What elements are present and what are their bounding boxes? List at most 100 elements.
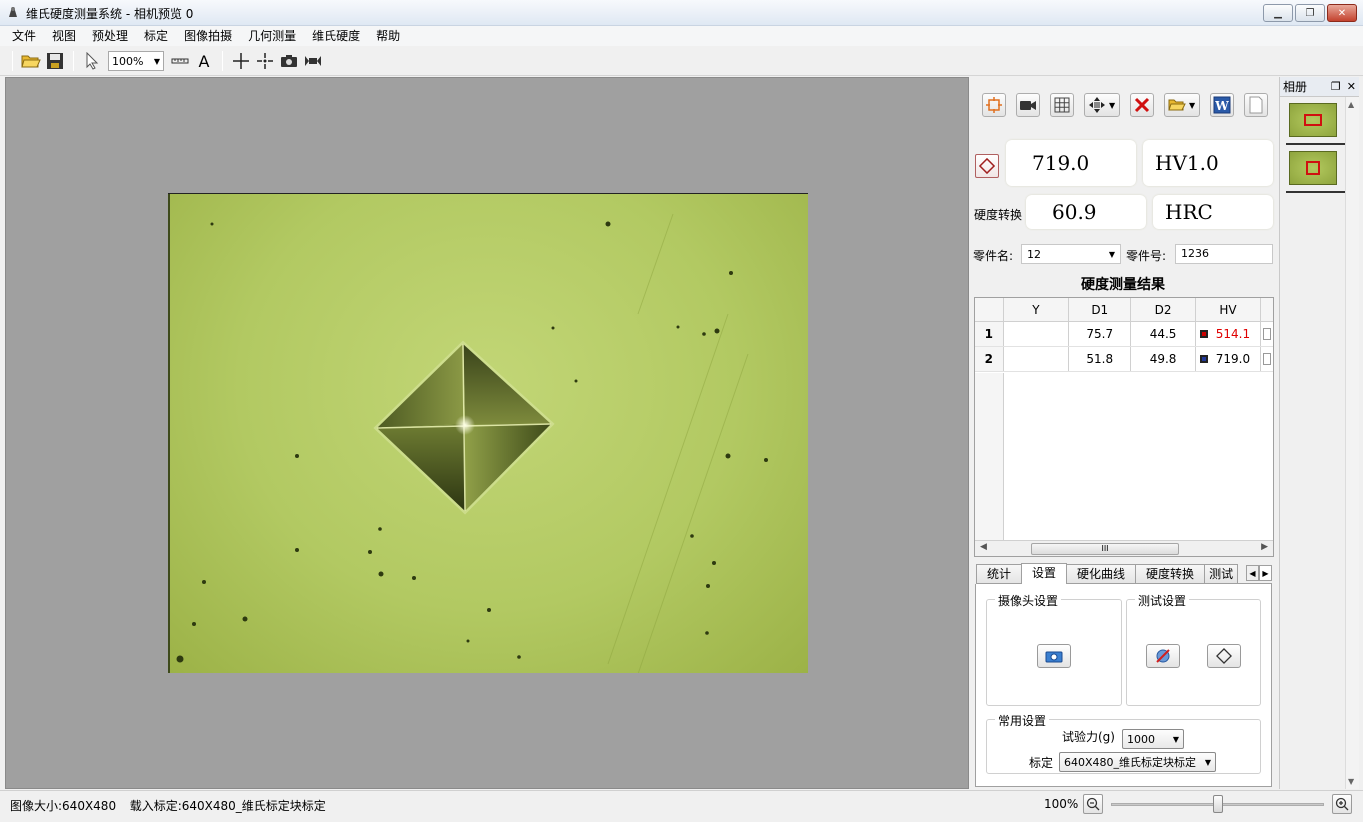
menu-file[interactable]: 文件 <box>4 26 44 46</box>
test-config-button[interactable] <box>1146 644 1180 668</box>
part-number-value: 1236 <box>1181 247 1209 260</box>
tab-hardening-curve[interactable]: 硬化曲线 <box>1066 564 1137 583</box>
snapshot-button[interactable] <box>278 50 300 72</box>
test-force-select[interactable]: 1000 ▼ <box>1122 729 1184 749</box>
zoom-out-button[interactable] <box>1083 794 1103 814</box>
menu-view[interactable]: 视图 <box>44 26 84 46</box>
folder-open-icon <box>1168 99 1186 111</box>
table-horizontal-scrollbar[interactable]: ◀ III ▶ <box>975 540 1273 556</box>
tab-hardness-conversion[interactable]: 硬度转换 <box>1135 564 1206 583</box>
cell-checkbox[interactable] <box>1261 347 1273 371</box>
open-dropdown-button[interactable]: ▼ <box>1164 93 1200 117</box>
indenter-settings-button[interactable] <box>1207 644 1241 668</box>
crosshair-tool-button[interactable] <box>230 50 252 72</box>
converted-value-display: 60.9 <box>1026 195 1146 229</box>
menu-vickers[interactable]: 维氏硬度 <box>304 26 368 46</box>
tab-settings[interactable]: 设置 <box>1021 563 1068 584</box>
close-panel-icon[interactable]: ✕ <box>1347 80 1356 93</box>
table-row[interactable]: 1 75.7 44.5 514.1 <box>975 322 1273 347</box>
menu-help[interactable]: 帮助 <box>368 26 408 46</box>
scroll-left-icon[interactable]: ◀ <box>980 542 987 552</box>
zoom-in-button[interactable] <box>1332 794 1352 814</box>
chevron-down-icon: ▼ <box>1204 757 1211 767</box>
ruler-tool-button[interactable] <box>169 50 191 72</box>
image-canvas[interactable] <box>5 77 969 789</box>
grid-button[interactable] <box>1050 93 1074 117</box>
svg-text:W: W <box>1214 99 1229 113</box>
status-image-size: 图像大小:640X480 <box>10 799 117 813</box>
tab-test[interactable]: 测试 <box>1204 564 1239 583</box>
part-number-input[interactable]: 1236 <box>1175 244 1273 264</box>
tab-statistics[interactable]: 统计 <box>976 564 1023 583</box>
close-button[interactable]: ✕ <box>1327 4 1357 22</box>
measurement-panel: ▼ ▼ W 719.0 HV1.0 硬度转换 60.9 HRC 零件名: 12 … <box>970 77 1276 789</box>
camera-settings-button[interactable] <box>1037 644 1071 668</box>
move-dropdown-button[interactable]: ▼ <box>1084 93 1120 117</box>
scroll-right-icon[interactable]: ▶ <box>1261 542 1268 552</box>
save-icon <box>47 53 63 69</box>
window-title: 维氏硬度测量系统 - 相机预览 0 <box>26 7 194 21</box>
scroll-up-icon[interactable]: ▲ <box>1348 100 1354 109</box>
zoom-in-icon <box>1335 797 1349 811</box>
menu-preprocess[interactable]: 预处理 <box>84 26 136 46</box>
menu-calibrate[interactable]: 标定 <box>136 26 176 46</box>
restore-button[interactable]: ❐ <box>1295 4 1325 22</box>
tab-scroll-left-icon[interactable]: ◀ <box>1246 565 1259 581</box>
app-icon <box>9 7 17 17</box>
album-thumbnail[interactable] <box>1286 151 1348 193</box>
camera-preview-button[interactable] <box>1016 93 1040 117</box>
part-name-select[interactable]: 12 ▼ <box>1021 244 1121 264</box>
column-header-hv[interactable]: HV <box>1196 298 1262 321</box>
open-button[interactable] <box>20 50 42 72</box>
video-camera-icon <box>1020 101 1036 110</box>
center-tool-button[interactable] <box>254 50 276 72</box>
calibration-select[interactable]: 640X480_维氏标定块标定 ▼ <box>1059 752 1216 772</box>
table-header: Y D1 D2 HV <box>975 298 1273 322</box>
status-zoom: 100% <box>1044 797 1079 811</box>
export-word-button[interactable]: W <box>1210 93 1234 117</box>
cell-checkbox[interactable] <box>1261 322 1273 346</box>
delete-button[interactable] <box>1130 93 1154 117</box>
album-thumbnail[interactable] <box>1286 103 1348 145</box>
target-icon <box>257 53 273 69</box>
menu-capture[interactable]: 图像拍摄 <box>176 26 240 46</box>
move-arrows-icon <box>1089 97 1105 113</box>
load-label: HV1.0 <box>1155 151 1219 175</box>
minimize-button[interactable]: ▁ <box>1263 4 1293 22</box>
row-index: 1 <box>975 322 1004 346</box>
zoom-select[interactable]: 100% ▼ <box>108 51 164 71</box>
results-table: Y D1 D2 HV 1 75.7 44.5 514.1 2 51.8 49.8… <box>974 297 1274 557</box>
ruler-icon <box>171 58 189 64</box>
text-tool-button[interactable]: A <box>193 50 215 72</box>
tab-scroll-right-icon[interactable]: ▶ <box>1259 565 1272 581</box>
camera-preview-image[interactable] <box>168 193 808 673</box>
column-header-d1[interactable]: D1 <box>1069 298 1132 321</box>
diamond-icon <box>979 158 995 174</box>
delete-x-icon <box>1134 97 1150 113</box>
panel-tabs: 统计 设置 硬化曲线 硬度转换 测试 ◀ ▶ <box>976 563 1272 584</box>
table-row[interactable]: 2 51.8 49.8 719.0 <box>975 347 1273 372</box>
auto-measure-button[interactable] <box>982 93 1006 117</box>
zoom-slider-thumb[interactable] <box>1212 795 1223 813</box>
column-header-d2[interactable]: D2 <box>1131 298 1196 321</box>
chevron-down-icon: ▼ <box>1108 249 1115 259</box>
measure-diamond-button[interactable] <box>975 154 999 178</box>
cell-d2: 49.8 <box>1131 347 1196 371</box>
column-header-y[interactable]: Y <box>1004 298 1070 321</box>
scroll-thumb[interactable]: III <box>1031 543 1179 555</box>
new-document-button[interactable] <box>1244 93 1268 117</box>
save-button[interactable] <box>44 50 66 72</box>
select-tool-button[interactable] <box>81 50 103 72</box>
chevron-down-icon: ▼ <box>1172 734 1179 744</box>
calibration-value: 640X480_维氏标定块标定 <box>1064 756 1197 769</box>
cell-hv: 514.1 <box>1196 322 1262 346</box>
album-scrollbar[interactable]: ▲ ▼ <box>1345 97 1359 789</box>
column-header-extra <box>1261 298 1273 321</box>
menu-geometry[interactable]: 几何测量 <box>240 26 304 46</box>
status-bar: 图像大小:640X480 载入标定:640X480_维氏标定块标定 100% <box>0 790 1363 822</box>
menu-bar: 文件 视图 预处理 标定 图像拍摄 几何测量 维氏硬度 帮助 <box>0 26 1363 46</box>
scroll-down-icon[interactable]: ▼ <box>1348 777 1354 786</box>
float-panel-icon[interactable]: ❐ <box>1331 80 1341 93</box>
video-button[interactable] <box>302 50 324 72</box>
crosshair-icon <box>233 53 249 69</box>
